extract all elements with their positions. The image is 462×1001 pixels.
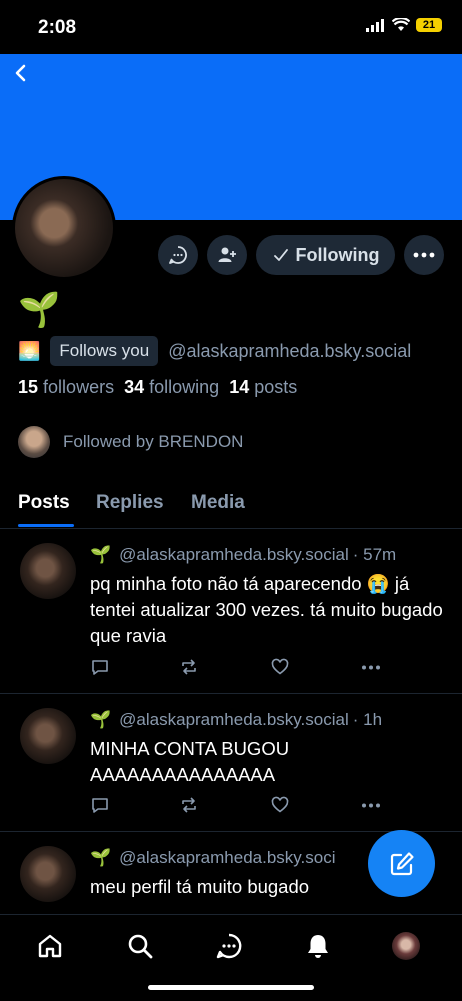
home-icon: [38, 934, 62, 958]
post-author-handle[interactable]: @alaskapramheda.bsky.social: [119, 710, 349, 730]
like-icon: [271, 658, 289, 675]
search-icon: [128, 934, 153, 959]
compose-icon: [390, 851, 414, 875]
tab-posts[interactable]: Posts: [18, 492, 70, 514]
reply-button[interactable]: [90, 657, 110, 677]
more-options-button[interactable]: [404, 235, 444, 275]
following-button[interactable]: Following: [256, 235, 395, 275]
following-stat-label: following: [149, 377, 220, 397]
home-indicator: [148, 985, 314, 990]
post-author-emoji: 🌱: [90, 848, 112, 867]
profile-avatar-nav: [392, 932, 420, 960]
post-meta: 🌱 @alaskapramheda.bsky.social · 57m: [90, 545, 396, 565]
status-bar: 2:08 21: [0, 0, 462, 54]
status-time: 2:08: [38, 17, 77, 38]
back-icon: [15, 64, 26, 82]
followers-stat[interactable]: 15 followers: [18, 377, 114, 397]
profile-handle: @alaskapramheda.bsky.social: [168, 340, 412, 361]
followers-label: followers: [43, 377, 115, 397]
message-button[interactable]: [158, 235, 198, 275]
post-avatar[interactable]: [20, 543, 76, 599]
back-button[interactable]: [10, 62, 34, 86]
post-avatar[interactable]: [20, 846, 76, 902]
profile-stats: 15 followers 34 following 14 posts: [18, 377, 297, 398]
tab-replies[interactable]: Replies: [96, 492, 164, 514]
add-user-icon: [218, 247, 236, 262]
bio-emoji: 🌅: [18, 340, 41, 361]
nav-profile[interactable]: [391, 931, 421, 961]
post-time: · 1h: [352, 710, 383, 729]
nav-home[interactable]: [35, 931, 65, 961]
follows-you-badge: Follows you: [50, 336, 159, 366]
followed-by-row[interactable]: Followed by BRENDON: [18, 426, 243, 458]
like-button[interactable]: [270, 657, 290, 677]
repost-icon: [182, 797, 196, 813]
feed-post[interactable]: 🌱 @alaskapramheda.bsky.social · 57m pq m…: [0, 529, 462, 694]
like-button[interactable]: [270, 795, 290, 815]
following-count: 34: [124, 377, 145, 397]
nav-messages[interactable]: [214, 931, 244, 961]
post-meta: 🌱 @alaskapramheda.bsky.social · 1h: [90, 710, 382, 730]
active-tab-indicator: [18, 524, 74, 527]
post-text: pq minha foto não tá aparecendo 😭 já ten…: [90, 573, 443, 646]
repost-icon: [182, 659, 196, 675]
profile-meta-row: 🌅 Follows you @alaskapramheda.bsky.socia…: [18, 336, 411, 366]
following-stat[interactable]: 34 following: [124, 377, 219, 397]
post-text: MINHA CONTA BUGOU AAAAAAAAAAAAAAA: [90, 738, 290, 785]
posts-stat: 14 posts: [229, 377, 297, 397]
wifi-icon: [392, 18, 410, 31]
repost-button[interactable]: [179, 657, 199, 677]
post-actions: [90, 795, 390, 817]
messages-icon: [216, 933, 242, 959]
posts-count: 14: [229, 377, 250, 397]
followers-count: 15: [18, 377, 39, 397]
post-more-button[interactable]: [361, 795, 381, 815]
status-icons: 21: [366, 18, 442, 32]
post-more-button[interactable]: [361, 657, 381, 677]
feed-post[interactable]: 🌱 @alaskapramheda.bsky.social · 1h MINHA…: [0, 694, 462, 832]
post-author-handle[interactable]: @alaskapramheda.bsky.social: [119, 545, 349, 565]
profile-avatar[interactable]: [12, 176, 116, 280]
display-name: 🌱: [18, 291, 61, 329]
repost-button[interactable]: [179, 795, 199, 815]
more-icon: [362, 803, 380, 807]
battery-indicator: 21: [416, 18, 442, 32]
check-icon: [273, 249, 288, 261]
nav-notifications[interactable]: [303, 931, 333, 961]
compose-button[interactable]: [368, 830, 435, 897]
more-icon: [413, 252, 435, 258]
reply-icon: [92, 660, 108, 675]
nav-search[interactable]: [125, 931, 155, 961]
like-icon: [271, 796, 289, 813]
signal-icon: [366, 18, 384, 32]
reply-button[interactable]: [90, 795, 110, 815]
more-icon: [362, 665, 380, 669]
post-actions: [90, 657, 390, 679]
tab-media[interactable]: Media: [191, 492, 245, 514]
following-label: Following: [295, 244, 380, 265]
followed-by-avatar: [18, 426, 50, 458]
profile-tabs: Posts Replies Media: [0, 484, 462, 529]
reply-icon: [92, 798, 108, 813]
post-author-emoji: 🌱: [90, 545, 112, 564]
post-author-handle[interactable]: @alaskapramheda.bsky.soci: [119, 848, 335, 868]
post-meta: 🌱 @alaskapramheda.bsky.soci: [90, 848, 336, 868]
post-avatar[interactable]: [20, 708, 76, 764]
followed-by-text: Followed by BRENDON: [63, 432, 244, 451]
post-time: · 57m: [352, 545, 397, 564]
post-author-emoji: 🌱: [90, 710, 112, 729]
suggest-follows-button[interactable]: [207, 235, 247, 275]
posts-label: posts: [254, 377, 298, 397]
chat-icon: [169, 246, 187, 264]
notifications-icon: [308, 935, 328, 958]
